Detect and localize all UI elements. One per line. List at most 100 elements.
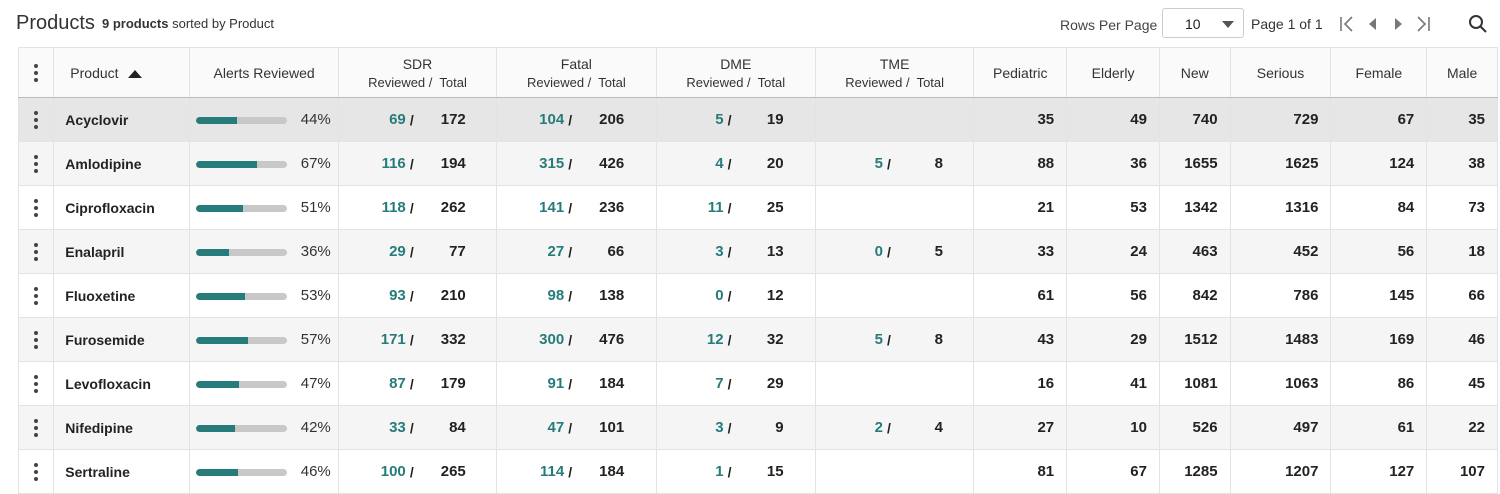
next-page-icon[interactable] xyxy=(1387,13,1409,35)
dme-reviewed-link[interactable]: 3 xyxy=(658,243,723,260)
kebab-icon[interactable] xyxy=(34,330,39,349)
fatal-reviewed-link[interactable]: 91 xyxy=(498,375,564,392)
sdr-total: 265 xyxy=(440,463,466,480)
product-name[interactable]: Amlodipine xyxy=(53,141,191,186)
dme-reviewed-link[interactable]: 0 xyxy=(658,287,723,304)
tme-reviewed-link[interactable]: 5 xyxy=(817,331,883,348)
kebab-icon[interactable] xyxy=(34,154,39,173)
last-page-icon[interactable] xyxy=(1412,13,1434,35)
sdr-reviewed-link[interactable]: 100 xyxy=(340,463,406,480)
column-menu[interactable] xyxy=(17,47,55,98)
row-menu[interactable] xyxy=(17,405,55,450)
column-header-male[interactable]: Male xyxy=(1426,47,1498,98)
column-header-dme[interactable]: DME Reviewed / Total xyxy=(655,47,816,98)
fatal-reviewed-link[interactable]: 141 xyxy=(498,199,564,216)
sdr-reviewed-link[interactable]: 171 xyxy=(340,331,406,348)
sdr-reviewed-link[interactable]: 93 xyxy=(340,287,406,304)
serious-cell: 729 xyxy=(1229,97,1332,142)
row-menu[interactable] xyxy=(17,449,55,494)
column-header-serious[interactable]: Serious xyxy=(1229,47,1332,98)
column-header-new[interactable]: New xyxy=(1158,47,1231,98)
female-cell: 145 xyxy=(1330,273,1428,318)
row-menu[interactable] xyxy=(17,185,55,230)
table-row[interactable]: Furosemide 57% 171/332 300/476 12/32 5/8 43 29 1… xyxy=(17,317,1498,362)
column-header-elderly[interactable]: Elderly xyxy=(1066,47,1160,98)
row-menu[interactable] xyxy=(17,141,55,186)
fatal-reviewed-link[interactable]: 104 xyxy=(498,111,564,128)
tme-reviewed-link[interactable]: 5 xyxy=(817,155,883,172)
dme-reviewed-link[interactable]: 11 xyxy=(658,199,724,216)
rows-per-page-label: Rows Per Page xyxy=(1060,17,1158,33)
previous-page-icon[interactable] xyxy=(1362,13,1384,35)
male-cell: 46 xyxy=(1426,317,1498,362)
dme-reviewed-link[interactable]: 4 xyxy=(658,155,723,172)
new-cell: 1342 xyxy=(1158,185,1231,230)
row-menu[interactable] xyxy=(17,361,55,406)
fatal-reviewed-link[interactable]: 300 xyxy=(498,331,564,348)
kebab-icon[interactable] xyxy=(34,418,39,437)
column-header-alerts[interactable]: Alerts Reviewed xyxy=(189,47,339,98)
fatal-reviewed-link[interactable]: 98 xyxy=(498,287,564,304)
sort-ascending-icon[interactable] xyxy=(127,69,143,79)
row-menu[interactable] xyxy=(17,317,55,362)
kebab-icon[interactable] xyxy=(34,242,39,261)
sdr-reviewed-link[interactable]: 33 xyxy=(340,419,406,436)
product-name[interactable]: Ciprofloxacin xyxy=(53,185,191,230)
row-menu[interactable] xyxy=(17,229,55,274)
dme-reviewed-link[interactable]: 7 xyxy=(658,375,723,392)
first-page-icon[interactable] xyxy=(1336,13,1358,35)
fatal-reviewed-link[interactable]: 114 xyxy=(498,463,564,480)
kebab-icon[interactable] xyxy=(34,462,39,481)
fatal-reviewed-link[interactable]: 47 xyxy=(498,419,564,436)
search-icon[interactable] xyxy=(1466,12,1490,36)
table-row[interactable]: Fluoxetine 53% 93/210 98/138 0/12 61 56 842 786 1… xyxy=(17,273,1498,318)
dme-reviewed-link[interactable]: 3 xyxy=(658,419,723,436)
product-name[interactable]: Sertraline xyxy=(53,449,191,494)
column-header-tme[interactable]: TME Reviewed / Total xyxy=(814,47,975,98)
tme-cell xyxy=(814,185,975,230)
tme-reviewed-link[interactable]: 0 xyxy=(817,243,883,260)
table-row[interactable]: Nifedipine 42% 33/84 47/101 3/9 2/4 27 10 526 497… xyxy=(17,405,1498,450)
product-name[interactable]: Levofloxacin xyxy=(53,361,191,406)
fatal-reviewed-link[interactable]: 27 xyxy=(498,243,564,260)
column-header-fatal[interactable]: Fatal Reviewed / Total xyxy=(496,47,657,98)
sdr-reviewed-link[interactable]: 118 xyxy=(340,199,406,216)
column-header-female[interactable]: Female xyxy=(1330,47,1428,98)
elderly-cell: 67 xyxy=(1066,449,1160,494)
product-name[interactable]: Fluoxetine xyxy=(53,273,191,318)
sdr-reviewed-link[interactable]: 87 xyxy=(340,375,406,392)
separator: / xyxy=(568,331,573,348)
kebab-icon[interactable] xyxy=(34,63,39,82)
kebab-icon[interactable] xyxy=(34,110,39,129)
table-row[interactable]: Sertraline 46% 100/265 114/184 1/15 81 67 1285 1… xyxy=(17,449,1498,494)
table-row[interactable]: Ciprofloxacin 51% 118/262 141/236 11/25 21 53 1… xyxy=(17,185,1498,230)
table-row[interactable]: Enalapril 36% 29/77 27/66 3/13 0/5 33 24 463 452 5… xyxy=(17,229,1498,274)
product-name[interactable]: Enalapril xyxy=(53,229,191,274)
kebab-icon[interactable] xyxy=(34,198,39,217)
dme-reviewed-link[interactable]: 12 xyxy=(658,331,724,348)
dme-reviewed-link[interactable]: 1 xyxy=(658,463,723,480)
separator: / xyxy=(727,111,732,128)
product-name[interactable]: Furosemide xyxy=(53,317,191,362)
product-name[interactable]: Acyclovir xyxy=(53,97,191,142)
product-name[interactable]: Nifedipine xyxy=(53,405,191,450)
sdr-reviewed-link[interactable]: 116 xyxy=(340,155,406,172)
rows-per-page-select[interactable]: 10 xyxy=(1162,8,1244,38)
row-menu[interactable] xyxy=(17,273,55,318)
sdr-reviewed-link[interactable]: 29 xyxy=(340,243,406,260)
sdr-reviewed-link[interactable]: 69 xyxy=(340,111,406,128)
fatal-reviewed-link[interactable]: 315 xyxy=(498,155,564,172)
new-cell: 526 xyxy=(1158,405,1231,450)
table-row[interactable]: Amlodipine 67% 116/194 315/426 4/20 5/8 88 36 16… xyxy=(17,141,1498,186)
dme-reviewed-link[interactable]: 5 xyxy=(658,111,723,128)
column-header-sdr[interactable]: SDR Reviewed / Total xyxy=(337,47,498,98)
dme-cell: 1/ 15 xyxy=(655,449,816,494)
kebab-icon[interactable] xyxy=(34,374,39,393)
tme-reviewed-link[interactable]: 2 xyxy=(817,419,883,436)
column-header-product[interactable]: Product xyxy=(53,47,191,98)
table-row[interactable]: Levofloxacin 47% 87/179 91/184 7/29 16 41 1081 1… xyxy=(17,361,1498,406)
table-row[interactable]: Acyclovir 44% 69/172 104/206 5/19 35 49 740 729 6… xyxy=(17,97,1498,142)
column-header-pediatric[interactable]: Pediatric xyxy=(973,47,1068,98)
kebab-icon[interactable] xyxy=(34,286,39,305)
row-menu[interactable] xyxy=(17,97,55,142)
